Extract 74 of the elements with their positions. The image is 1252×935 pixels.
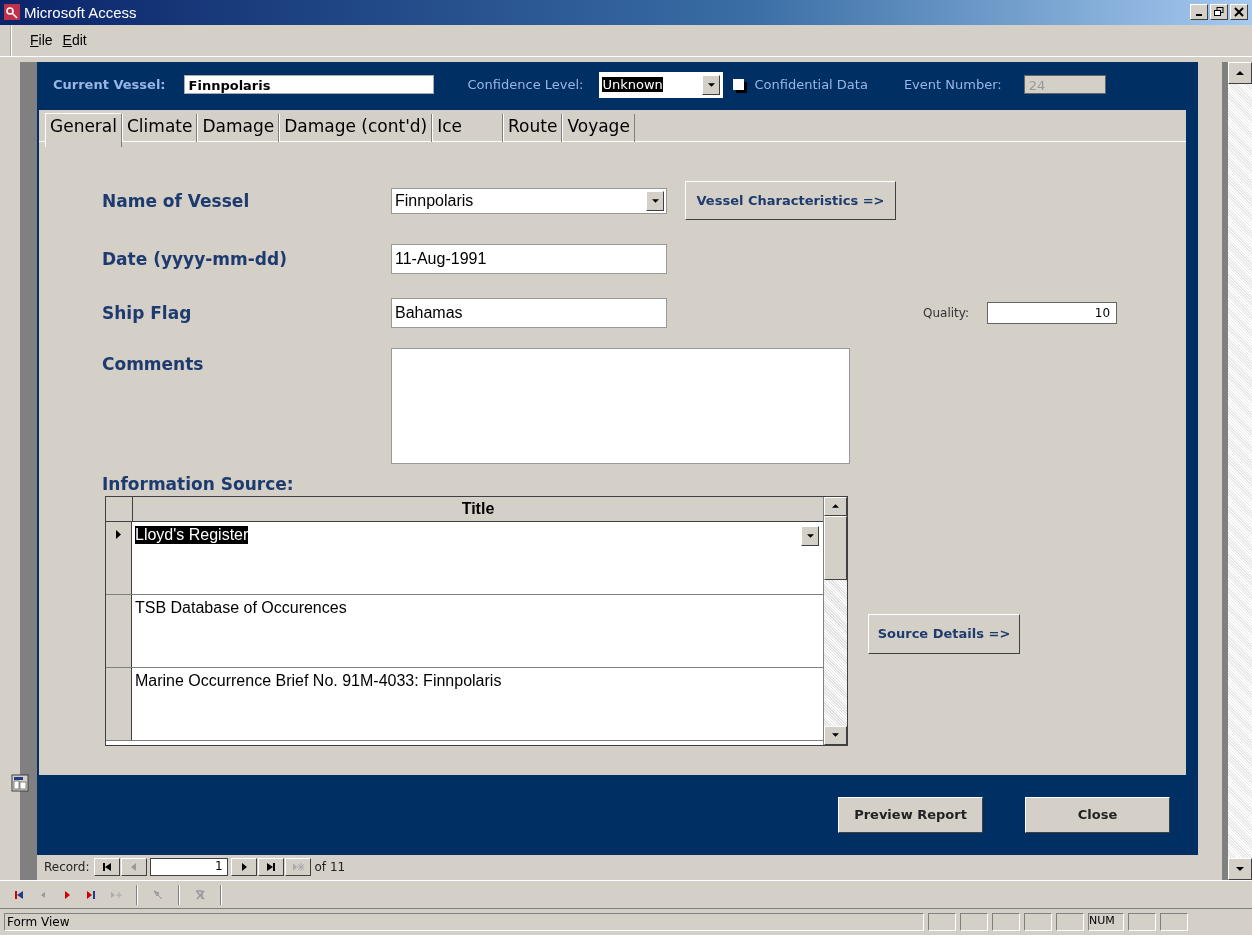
quality-field[interactable]: 10: [987, 301, 1118, 324]
row-selector[interactable]: [106, 667, 132, 740]
status-pane: [960, 913, 988, 932]
form-icon[interactable]: [11, 773, 29, 792]
status-pane: [1160, 913, 1188, 932]
table-cell[interactable]: TSB Database of Occurences: [135, 598, 347, 617]
source-details-button[interactable]: Source Details =>: [868, 613, 1020, 654]
field-label: Ship Flag: [102, 302, 193, 323]
last-record-icon[interactable]: [86, 889, 96, 900]
comments-field[interactable]: [391, 347, 850, 464]
next-record-button[interactable]: [230, 858, 257, 877]
previous-record-button[interactable]: [120, 858, 147, 877]
tab[interactable]: General: [45, 112, 122, 147]
menu-item[interactable]: Edit: [62, 32, 87, 49]
caret-icon: [651, 198, 659, 203]
checkbox-label: Confidential Data: [754, 77, 868, 93]
status-indicator: NUM: [1088, 913, 1124, 932]
field-label: Name of Vessel: [102, 190, 251, 211]
caret-icon: [806, 533, 814, 538]
caret-icon: [707, 82, 715, 87]
scrollbar[interactable]: [1228, 61, 1252, 880]
status-pane: [1056, 913, 1084, 932]
down-arrow-icon[interactable]: [1236, 866, 1244, 871]
last-icon: [265, 862, 276, 873]
first-record-icon[interactable]: [14, 889, 24, 900]
window-title: Microsoft Access: [24, 3, 137, 21]
vessel-name-dropdown[interactable]: Finnpolaris: [391, 187, 667, 214]
status-pane: [1128, 913, 1156, 932]
minimize-icon: [1196, 14, 1202, 17]
field-label: Event Number:: [903, 77, 1002, 93]
scrollbar[interactable]: [823, 496, 847, 745]
confidence-level-dropdown[interactable]: Unknown: [599, 71, 724, 98]
checkbox[interactable]: [733, 79, 745, 91]
record-count: of 11: [314, 860, 346, 875]
up-arrow-icon[interactable]: [832, 504, 839, 509]
restore-icon: [1214, 7, 1224, 18]
status-pane: [992, 913, 1020, 932]
dropdown-button[interactable]: [801, 525, 819, 546]
minimize-button[interactable]: [1190, 4, 1208, 21]
record-number-field[interactable]: 1: [149, 858, 228, 877]
first-record-button[interactable]: [93, 858, 120, 877]
form-button[interactable]: Close: [1025, 796, 1170, 833]
record-label: Record:: [44, 860, 90, 875]
last-record-button[interactable]: [257, 858, 284, 877]
form-button[interactable]: Preview Report: [838, 796, 983, 833]
vessel-characteristics-button[interactable]: Vessel Characteristics =>: [685, 181, 896, 221]
close-button[interactable]: [1230, 4, 1248, 21]
field-label: Quality:: [923, 305, 970, 320]
new-record-icon: [291, 862, 304, 873]
table-cell[interactable]: Lloyd's Register: [135, 525, 249, 544]
status-text: Form View: [4, 913, 924, 932]
menu-item[interactable]: File: [30, 32, 53, 49]
row-pointer-icon: [116, 529, 121, 539]
field-label: Date (yyyy-mm-dd): [102, 248, 288, 269]
date-field[interactable]: 11-Aug-1991: [391, 243, 667, 274]
status-pane: [1024, 913, 1052, 932]
ship-flag-field[interactable]: Bahamas: [391, 297, 667, 328]
new-record-button[interactable]: [284, 858, 311, 877]
current-vessel-field[interactable]: Finnpolaris: [183, 75, 434, 95]
table-cell[interactable]: Marine Occurrence Brief No. 91M-4033: Finnpolaris: [135, 671, 502, 690]
field-label: Confidence Level:: [467, 77, 584, 93]
row-selector[interactable]: [106, 594, 132, 667]
down-arrow-icon[interactable]: [832, 733, 839, 738]
status-pane: [928, 913, 956, 932]
first-icon: [101, 862, 112, 873]
field-label: Current Vessel:: [53, 77, 166, 93]
close-icon: [1234, 7, 1244, 18]
scroll-thumb[interactable]: [824, 515, 847, 580]
next-record-icon[interactable]: [62, 889, 72, 900]
section-label: Information Source:: [102, 473, 295, 494]
field-label: Comments: [102, 353, 205, 374]
row-selector[interactable]: [106, 521, 132, 594]
restore-button[interactable]: [1210, 4, 1228, 21]
up-arrow-icon[interactable]: [1236, 70, 1244, 75]
